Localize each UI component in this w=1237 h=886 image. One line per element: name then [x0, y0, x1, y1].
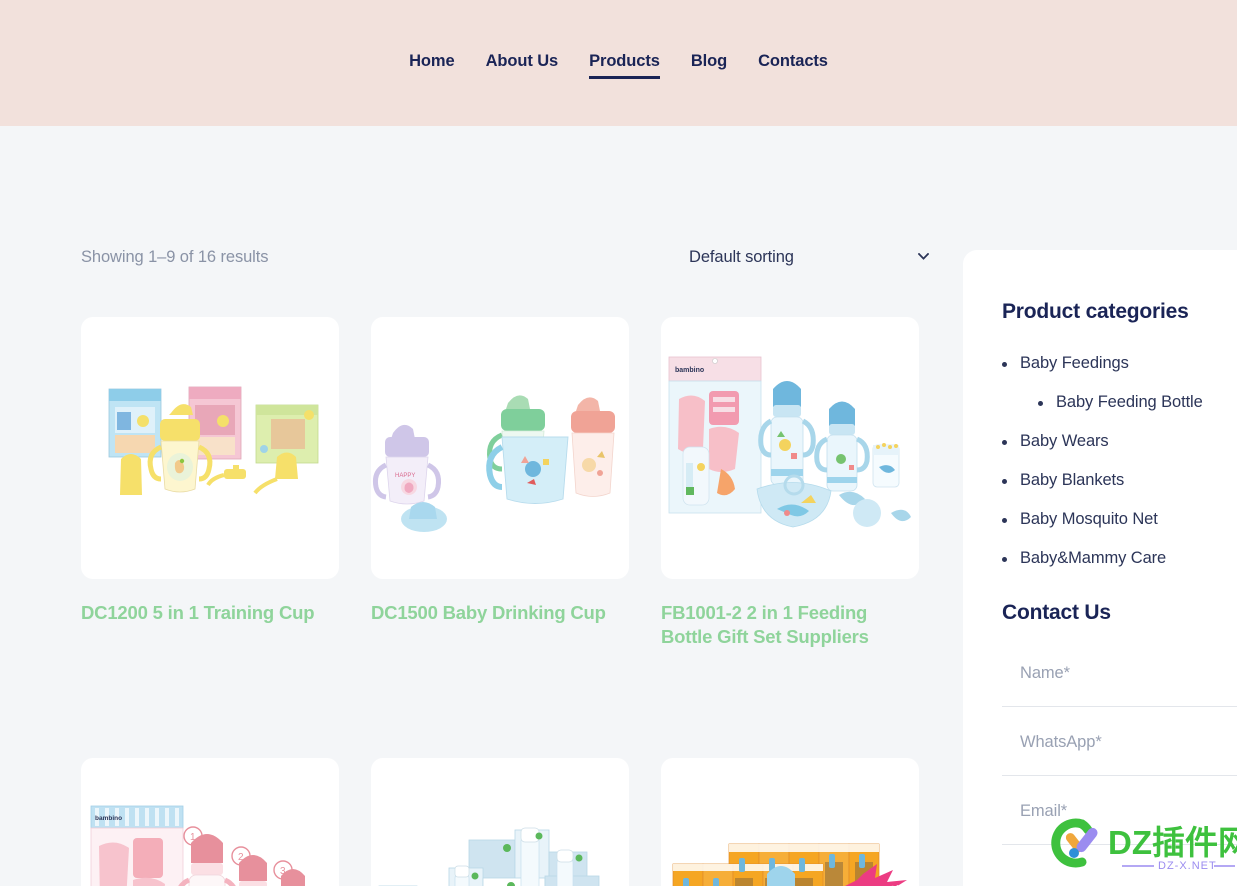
main-navigation: Home About Us Products Blog Contacts [0, 0, 1237, 126]
shop-toolbar: Showing 1–9 of 16 results Default sortin… [81, 245, 939, 275]
product-image-yellow-training-cup-set[interactable] [81, 317, 339, 579]
svg-text:2: 2 [238, 852, 244, 863]
result-count: Showing 1–9 of 16 results [81, 248, 269, 266]
product-card[interactable]: HAPPY DC1500 Baby Drinking Cup [371, 317, 629, 650]
product-image-pink-blue-bottle-gift-set[interactable]: bambino [661, 317, 919, 579]
product-card[interactable]: bambino 中辉包装 [81, 757, 339, 886]
product-title[interactable]: DC1200 5 in 1 Training Cup [81, 601, 339, 625]
product-title[interactable]: FB1001-2 2 in 1 Feeding Bottle Gift Set … [661, 601, 919, 650]
category-item-baby-feeding-bottle[interactable]: Baby Feeding Bottle [1002, 393, 1237, 412]
name-input[interactable] [1002, 655, 1237, 707]
chevron-down-icon [918, 253, 929, 260]
product-image-orange-boxed-bottles-enjoy[interactable]: ENJOY [661, 757, 919, 886]
product-image-pastel-drinking-cups[interactable]: HAPPY [371, 317, 629, 579]
nav-item-home[interactable]: Home [409, 52, 455, 75]
svg-text:bambino: bambino [95, 815, 122, 822]
svg-text:bambino: bambino [675, 367, 704, 374]
product-image-pink-numbered-bottle-set[interactable]: bambino 中辉包装 [81, 757, 339, 886]
product-card[interactable]: ENJOY [661, 757, 919, 886]
product-image-blue-white-boxed-bottles[interactable] [371, 757, 629, 886]
name-field-wrapper [1002, 655, 1237, 724]
nav-item-blog[interactable]: Blog [691, 52, 727, 75]
sorting-selected-label: Default sorting [689, 248, 794, 266]
page-root: Home About Us Products Blog Contacts Sho… [0, 0, 1237, 886]
product-grid: DC1200 5 in 1 Training Cup HAPPY DC1500 … [81, 317, 939, 886]
email-field-wrapper [1002, 793, 1237, 862]
whatsapp-input[interactable] [1002, 724, 1237, 776]
category-item-baby-wears[interactable]: Baby Wears [1002, 432, 1237, 451]
svg-text:HAPPY: HAPPY [395, 473, 415, 479]
product-card[interactable]: DC1200 5 in 1 Training Cup [81, 317, 339, 650]
svg-text:1: 1 [190, 832, 196, 843]
category-item-baby-blankets[interactable]: Baby Blankets [1002, 471, 1237, 490]
email-input[interactable] [1002, 793, 1237, 845]
product-title[interactable]: DC1500 Baby Drinking Cup [371, 601, 629, 625]
product-categories-list: Baby Feedings Baby Feeding Bottle Baby W… [1002, 354, 1237, 568]
site-header: Home About Us Products Blog Contacts [0, 0, 1237, 126]
nav-item-products[interactable]: Products [589, 52, 660, 79]
svg-text:3: 3 [280, 866, 286, 877]
nav-item-about-us[interactable]: About Us [486, 52, 559, 75]
sorting-dropdown[interactable]: Default sorting [689, 245, 939, 273]
product-categories-title: Product categories [1002, 300, 1189, 323]
contact-form [1002, 655, 1237, 862]
category-item-baby-feedings[interactable]: Baby Feedings [1002, 354, 1237, 373]
contact-widget: Contact Us [1002, 601, 1237, 862]
product-card[interactable]: bambino FB1001-2 2 in 1 Feeding Bottle G… [661, 317, 919, 650]
product-card[interactable] [371, 757, 629, 886]
category-item-baby-mosquito-net[interactable]: Baby Mosquito Net [1002, 510, 1237, 529]
sidebar: Product categories Baby Feedings Baby Fe… [963, 250, 1237, 886]
nav-item-contacts[interactable]: Contacts [758, 52, 828, 75]
category-item-baby-mammy-care[interactable]: Baby&Mammy Care [1002, 549, 1237, 568]
whatsapp-field-wrapper [1002, 724, 1237, 793]
contact-us-title: Contact Us [1002, 601, 1111, 624]
